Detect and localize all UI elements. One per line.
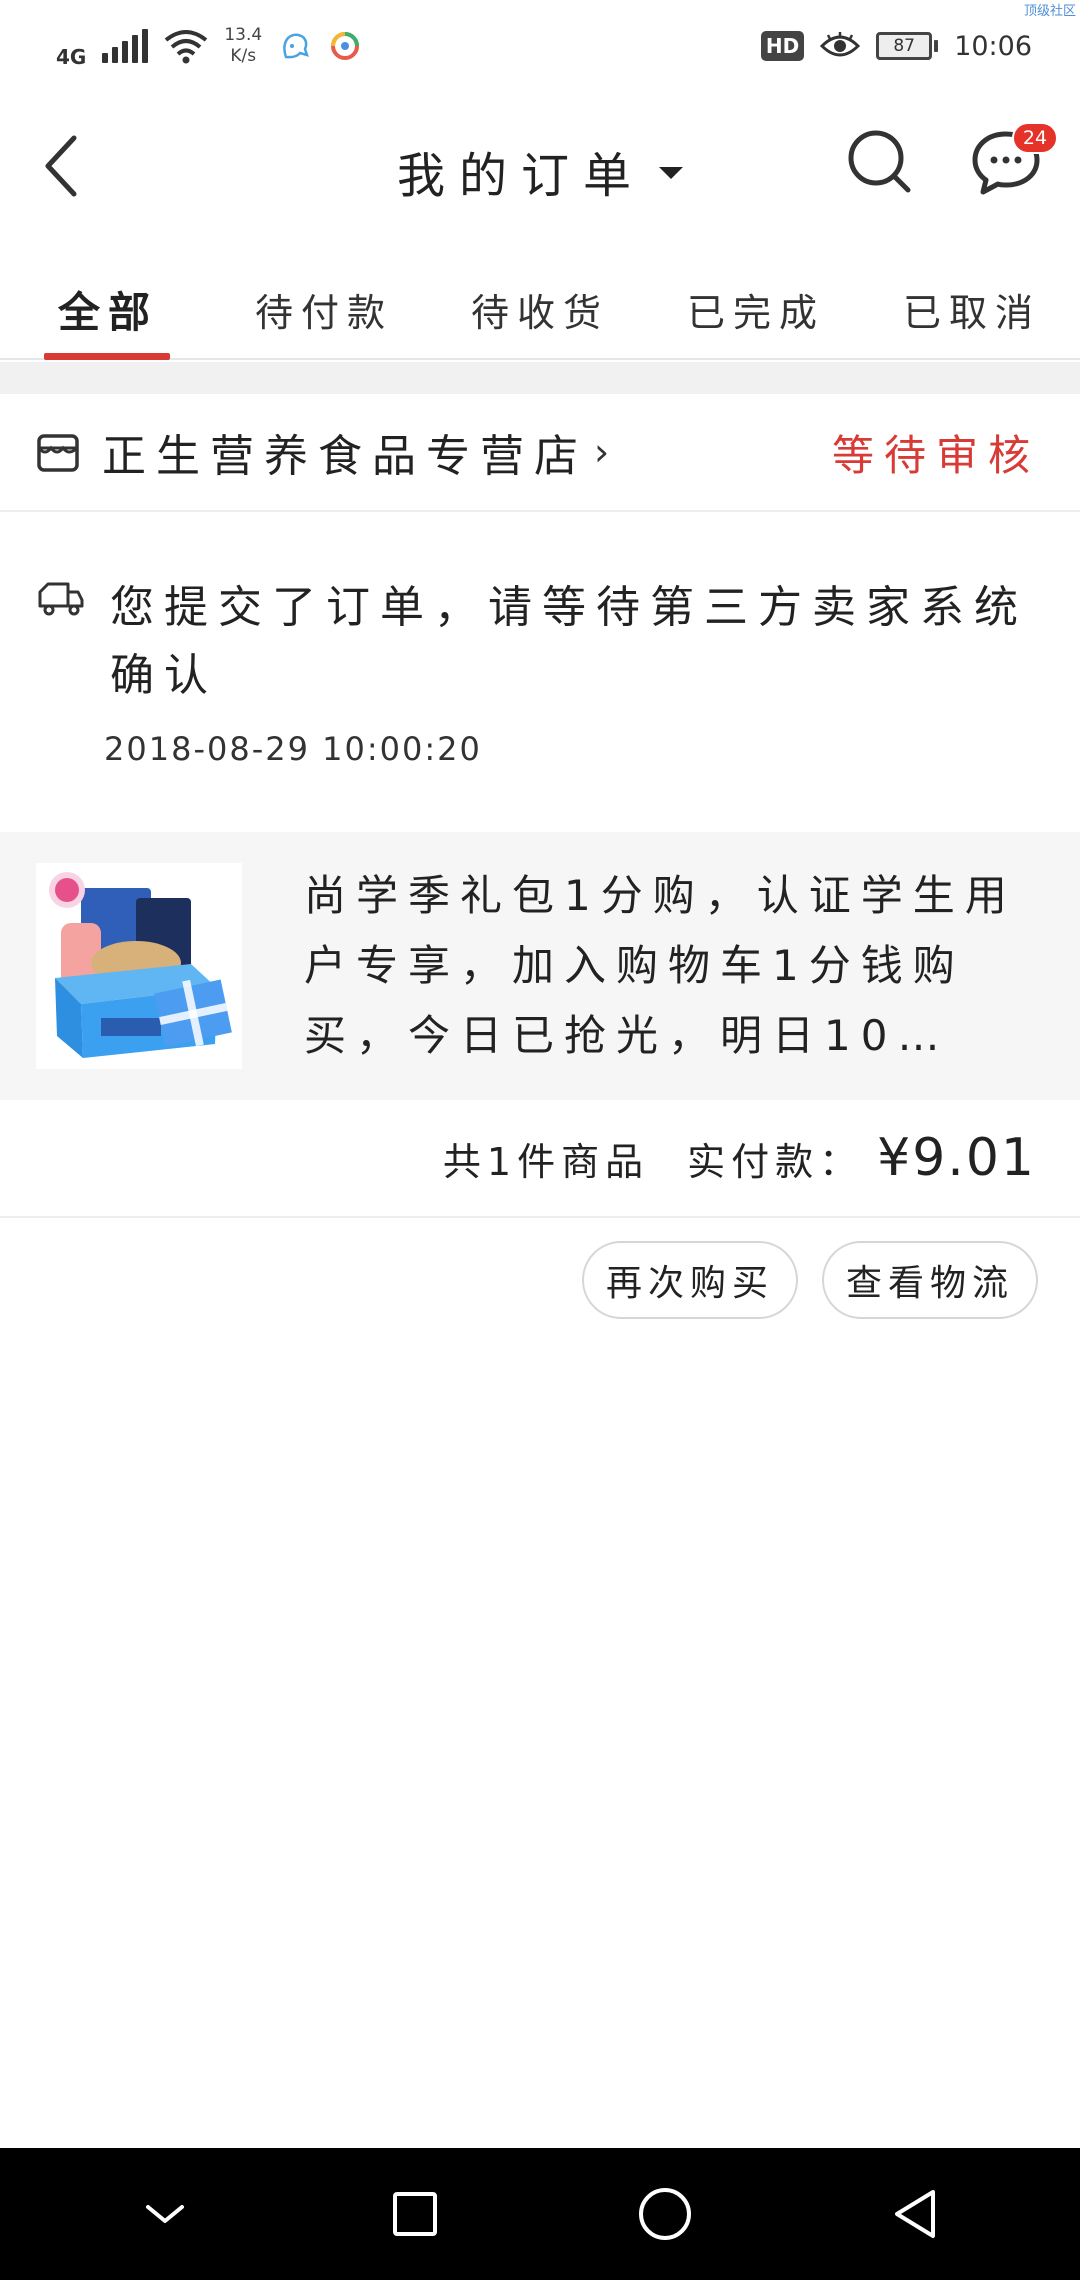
product-image <box>36 863 242 1069</box>
watermark-text: 顶级社区 <box>1023 4 1076 19</box>
product-title: 尚学季礼包1分购，认证学生用户专享，加入购物车1分钱购买，今日已抢光，明日10… <box>304 871 1017 1060</box>
tab-all[interactable]: 全部 <box>0 260 216 360</box>
tab-pending-payment[interactable]: 待付款 <box>216 260 432 358</box>
title-dropdown[interactable]: 我的订单 <box>0 136 1080 206</box>
item-count: 共1件商品 <box>442 1139 650 1184</box>
truck-icon <box>38 582 84 616</box>
hd-badge: HD <box>760 31 805 61</box>
speed-value: 13.4 <box>224 25 263 45</box>
gift-box-image <box>41 868 237 1064</box>
battery-icon: 87 <box>876 32 939 60</box>
tab-pending-receipt[interactable]: 待收货 <box>432 260 648 358</box>
battery-level: 87 <box>893 36 915 56</box>
camera-app-icon <box>331 32 360 60</box>
view-logistics-button[interactable]: 查看物流 <box>821 1241 1038 1319</box>
buy-again-button[interactable]: 再次购买 <box>581 1241 798 1319</box>
order-notice[interactable]: 您提交了订单，请等待第三方卖家系统确认 2018-08-29 10:00:20 <box>0 514 1080 830</box>
notice-text: 您提交了订单，请等待第三方卖家系统确认 <box>110 582 1028 701</box>
speed-unit: K/s <box>230 46 257 66</box>
product-item[interactable]: 尚学季礼包1分购，认证学生用户专享，加入购物车1分钱购买，今日已抢光，明日10… <box>0 832 1080 1100</box>
order-summary: 共1件商品 实付款： ¥9.01 <box>0 1100 1080 1218</box>
nav-home-button[interactable] <box>625 2174 705 2254</box>
store-header[interactable]: 正生营养食品专营店 › 等待审核 <box>0 394 1080 512</box>
wifi-icon <box>165 30 208 64</box>
network-type: 4G <box>56 45 87 69</box>
circle-icon <box>639 2188 691 2240</box>
search-icon[interactable] <box>846 128 914 196</box>
app-header: 我的订单 24 <box>0 92 1080 242</box>
store-name: 正生营养食品专营店 <box>102 431 588 482</box>
triangle-back-icon <box>895 2190 935 2238</box>
nav-recents-button[interactable] <box>375 2174 455 2254</box>
order-actions: 再次购买 查看物流 <box>0 1220 1080 1340</box>
store-icon <box>37 434 79 472</box>
clock-time: 10:06 <box>954 30 1032 62</box>
status-right: HD 87 10:06 <box>760 30 1032 62</box>
nav-hide-button[interactable] <box>125 2174 205 2254</box>
nav-back-button[interactable] <box>875 2174 955 2254</box>
section-divider <box>0 362 1080 394</box>
caret-down-icon <box>659 167 683 179</box>
notice-content: 您提交了订单，请等待第三方卖家系统确认 2018-08-29 10:00:20 <box>104 574 1030 830</box>
square-icon <box>393 2192 437 2236</box>
page-title: 我的订单 <box>396 148 645 204</box>
chevron-right-icon: › <box>594 430 610 474</box>
assistant-app-icon <box>283 33 310 59</box>
status-bar: 4G 13.4 K/s HD 87 10:06 <box>0 0 1080 92</box>
tab-cancelled[interactable]: 已取消 <box>864 260 1080 358</box>
paid-amount: ¥9.01 <box>877 1128 1036 1188</box>
system-nav-bar <box>0 2148 1080 2280</box>
payment-total: 实付款： ¥9.01 <box>687 1128 1036 1188</box>
network-speed: 13.4 K/s <box>224 25 262 67</box>
order-status: 等待审核 <box>831 430 1040 480</box>
status-left: 4G 13.4 K/s <box>56 25 362 67</box>
eye-comfort-icon <box>820 32 861 57</box>
signal-icon <box>102 29 149 63</box>
order-tabs: 全部 待付款 待收货 已完成 已取消 <box>0 260 1080 360</box>
tab-completed[interactable]: 已完成 <box>648 260 864 358</box>
notice-timestamp: 2018-08-29 10:00:20 <box>104 730 482 768</box>
chevron-down-icon <box>146 2205 184 2223</box>
message-count-badge: 24 <box>1012 122 1058 154</box>
paid-label: 实付款： <box>687 1140 864 1184</box>
